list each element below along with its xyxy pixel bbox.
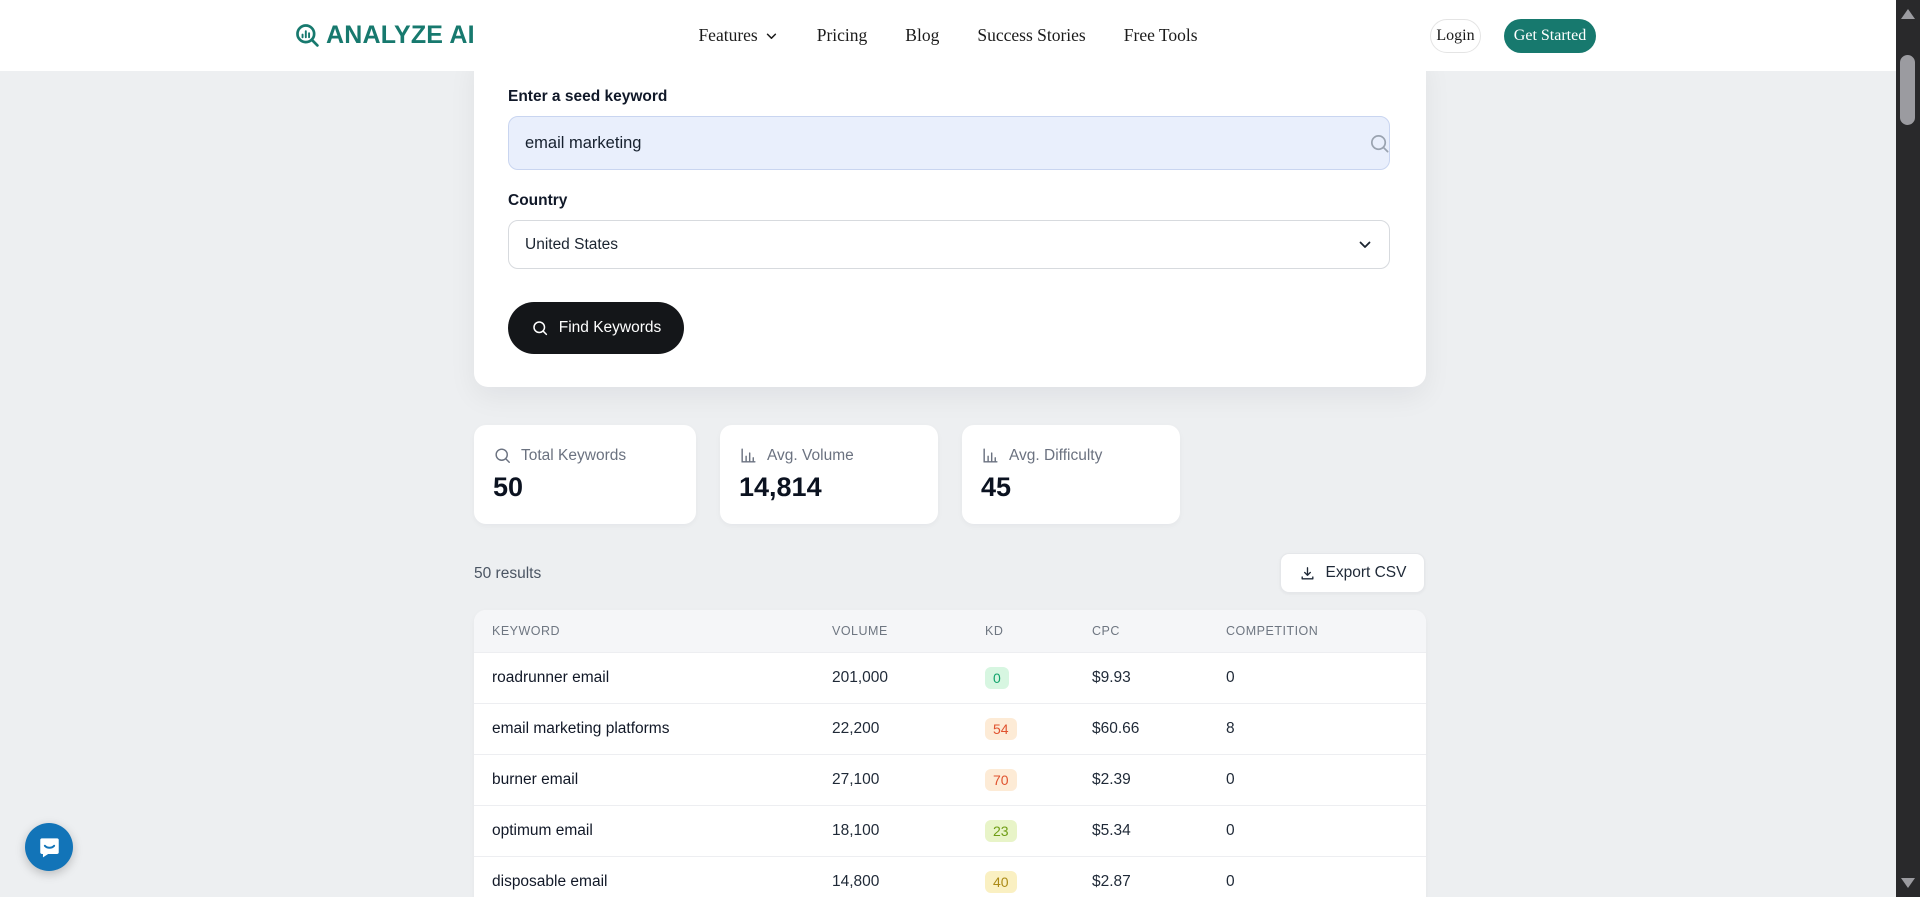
column-header-kd: KD — [985, 624, 1004, 638]
keyword-cell: roadrunner email — [492, 669, 610, 686]
table-row[interactable]: email marketing platforms 22,200 54 $60.… — [474, 703, 1426, 754]
table-row[interactable]: disposable email 14,800 40 $2.87 0 — [474, 856, 1426, 897]
volume-cell: 18,100 — [832, 822, 880, 839]
chevron-down-icon — [765, 29, 779, 43]
page-content: ANALYZE AI Features Pricing Blog Success… — [0, 0, 1896, 897]
results-bar: 50 results Export CSV — [474, 553, 1426, 594]
keyword-search-card: Enter a seed keyword Country United Stat… — [474, 51, 1426, 387]
stat-label: Avg. Volume — [767, 446, 854, 464]
logo-magnifier-chart-icon — [294, 22, 321, 49]
export-csv-label: Export CSV — [1325, 564, 1407, 581]
volume-cell: 27,100 — [832, 771, 880, 788]
scrollbar-track[interactable] — [1896, 0, 1920, 897]
nav-item-free-tools[interactable]: Free Tools — [1124, 25, 1198, 46]
bar-chart-icon — [739, 446, 758, 465]
stat-card-avg-volume: Avg. Volume 14,814 — [720, 425, 938, 524]
keyword-cell: optimum email — [492, 822, 593, 839]
nav-item-label: Features — [698, 25, 758, 45]
logo-text: ANALYZE AI — [326, 21, 475, 49]
stat-value: 45 — [981, 472, 1012, 502]
nav-item-success-stories[interactable]: Success Stories — [977, 25, 1085, 46]
nav-item-blog[interactable]: Blog — [905, 25, 939, 46]
page: ANALYZE AI Features Pricing Blog Success… — [0, 0, 1920, 897]
competition-cell: 0 — [1226, 669, 1235, 686]
column-header-volume: VOLUME — [832, 624, 888, 638]
column-header-keyword: KEYWORD — [492, 624, 561, 638]
chevron-down-icon — [1357, 237, 1373, 253]
search-icon — [493, 446, 512, 465]
table-header-row: KEYWORD VOLUME KD CPC COMPETITION — [474, 610, 1426, 652]
chat-bubble-smile-icon — [37, 835, 62, 860]
cpc-cell: $60.66 — [1092, 720, 1140, 737]
table-row[interactable]: optimum email 18,100 23 $5.34 0 — [474, 805, 1426, 856]
stat-value: 50 — [493, 472, 524, 502]
kd-badge: 70 — [985, 769, 1017, 791]
competition-cell: 8 — [1226, 720, 1235, 737]
country-selected-value: United States — [525, 235, 619, 253]
scroll-down-arrow-icon[interactable] — [1901, 878, 1915, 888]
stat-card-avg-difficulty: Avg. Difficulty 45 — [962, 425, 1180, 524]
main-nav: Features Pricing Blog Success Stories Fr… — [698, 0, 1197, 71]
results-count: 50 results — [474, 565, 542, 582]
seed-keyword-input[interactable] — [508, 116, 1390, 170]
cpc-cell: $2.87 — [1092, 873, 1131, 890]
scrollbar-thumb[interactable] — [1900, 55, 1915, 125]
stat-label: Avg. Difficulty — [1009, 446, 1103, 464]
cpc-cell: $2.39 — [1092, 771, 1131, 788]
table-row[interactable]: burner email 27,100 70 $2.39 0 — [474, 754, 1426, 805]
export-csv-button[interactable]: Export CSV — [1280, 553, 1425, 593]
keyword-cell: email marketing platforms — [492, 720, 670, 737]
keyword-cell: disposable email — [492, 873, 608, 890]
chat-launcher-button[interactable] — [25, 823, 73, 871]
stat-card-total-keywords: Total Keywords 50 — [474, 425, 696, 524]
kd-badge: 54 — [985, 718, 1017, 740]
competition-cell: 0 — [1226, 822, 1235, 839]
stat-value: 14,814 — [739, 472, 822, 502]
search-icon — [1368, 132, 1391, 155]
kd-badge: 40 — [985, 871, 1017, 893]
country-select[interactable]: United States — [508, 220, 1390, 269]
cpc-cell: $9.93 — [1092, 669, 1131, 686]
login-button[interactable]: Login — [1430, 18, 1481, 53]
search-icon — [531, 319, 549, 337]
column-header-cpc: CPC — [1092, 624, 1120, 638]
cpc-cell: $5.34 — [1092, 822, 1131, 839]
keywords-table: KEYWORD VOLUME KD CPC COMPETITION roadru… — [474, 610, 1426, 897]
bar-chart-icon — [981, 446, 1000, 465]
column-header-competition: COMPETITION — [1226, 624, 1319, 638]
competition-cell: 0 — [1226, 873, 1235, 890]
volume-cell: 22,200 — [832, 720, 880, 737]
get-started-button[interactable]: Get Started — [1504, 18, 1596, 53]
nav-item-pricing[interactable]: Pricing — [817, 25, 868, 46]
logo[interactable]: ANALYZE AI — [294, 0, 475, 71]
find-keywords-button[interactable]: Find Keywords — [508, 302, 684, 354]
country-label: Country — [508, 192, 568, 209]
volume-cell: 201,000 — [832, 669, 889, 686]
auth-buttons: Login Get Started — [1430, 0, 1596, 71]
table-row[interactable]: roadrunner email 201,000 0 $9.93 0 — [474, 652, 1426, 703]
volume-cell: 14,800 — [832, 873, 880, 890]
scroll-up-arrow-icon[interactable] — [1901, 9, 1915, 19]
nav-item-features[interactable]: Features — [698, 25, 778, 46]
seed-keyword-label: Enter a seed keyword — [508, 88, 668, 105]
competition-cell: 0 — [1226, 771, 1235, 788]
download-icon — [1299, 565, 1316, 582]
stat-label: Total Keywords — [521, 446, 627, 464]
find-keywords-label: Find Keywords — [558, 319, 662, 336]
keyword-cell: burner email — [492, 771, 579, 788]
kd-badge: 0 — [985, 667, 1009, 689]
kd-badge: 23 — [985, 820, 1017, 842]
top-navbar: ANALYZE AI Features Pricing Blog Success… — [0, 0, 1896, 71]
